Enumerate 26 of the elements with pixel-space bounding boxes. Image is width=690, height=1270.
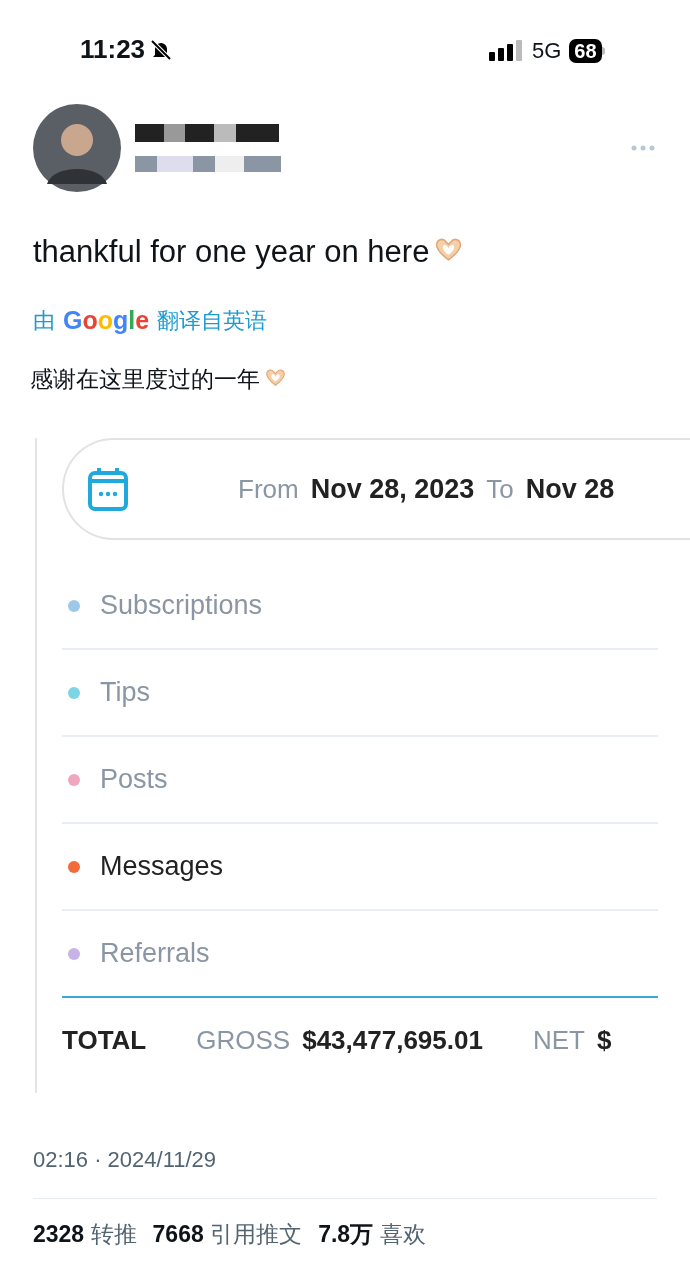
translation-brand[interactable]: Google [63, 302, 150, 340]
gross-value: $43,477,695.01 [302, 1023, 483, 1057]
battery-indicator: 68 [569, 38, 605, 63]
tweet-timestamp: 02:16 · 2024/11/29 [33, 1146, 218, 1174]
engagement-stat[interactable]: 2328 转推 [33, 1217, 137, 1252]
translation-source: 翻译自英语 [157, 307, 268, 336]
category-label[interactable]: Messages [100, 846, 224, 887]
to-label: To [486, 472, 514, 506]
translation-prefix: 由 [33, 307, 55, 336]
signal-icon [488, 39, 524, 62]
total-label: TOTAL [62, 1023, 147, 1057]
from-date: Nov 28, 2023 [310, 472, 475, 506]
translated-text: 感谢在这里度过的一年 [30, 361, 657, 396]
net-label: NET [532, 1023, 585, 1057]
network-label: 5G [532, 37, 562, 65]
date-range-pill[interactable]: From Nov 28, 2023 To Nov 28 [62, 438, 690, 540]
gross-label: GROSS [196, 1023, 291, 1057]
to-date: Nov 28 [525, 472, 615, 506]
tweet-text: thankful for one year on here [33, 232, 657, 272]
calendar-icon [88, 467, 128, 511]
avatar[interactable] [33, 104, 121, 192]
net-value: $ [596, 1023, 612, 1057]
engagement-stat[interactable]: 7.8万 喜欢 [318, 1217, 426, 1252]
from-label: From [238, 472, 299, 506]
engagement-stat[interactable]: 7668 引用推文 [152, 1217, 303, 1252]
status-time: 11:23 [80, 33, 146, 66]
